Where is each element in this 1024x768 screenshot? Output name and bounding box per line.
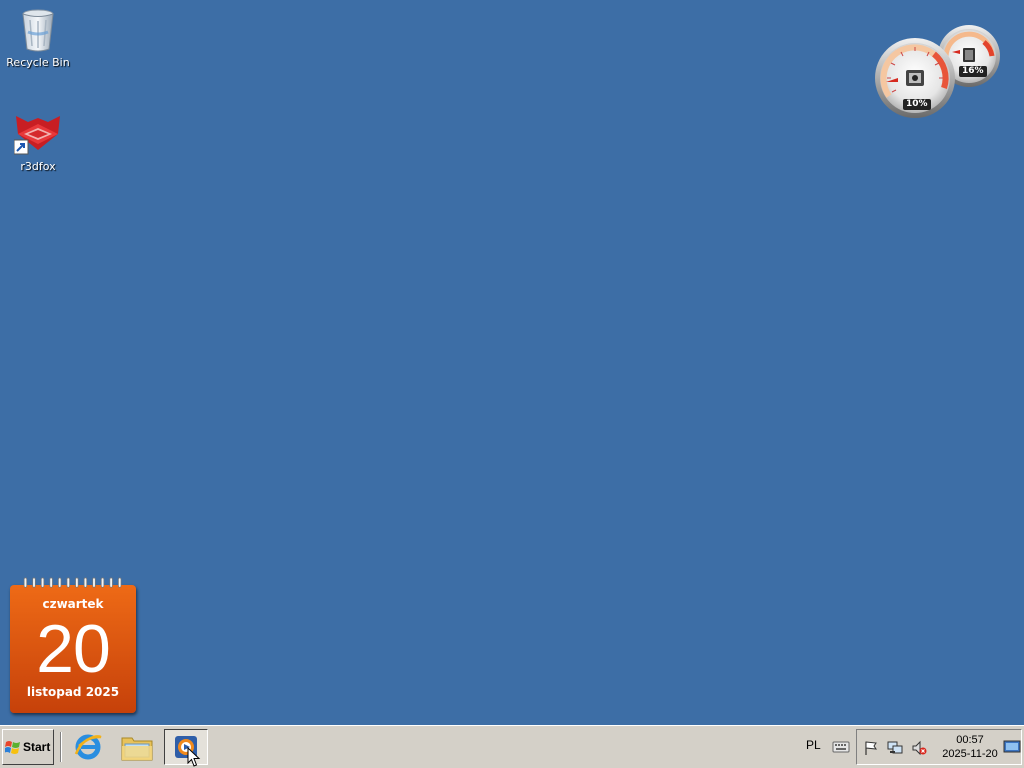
keyboard-icon[interactable] [832, 738, 850, 754]
show-desktop-icon[interactable] [1003, 739, 1021, 755]
desktop-icon-label: Recycle Bin [6, 56, 70, 69]
calendar-page: czwartek 20 listopad 2025 [10, 585, 136, 713]
calendar-rings-icon [23, 577, 122, 588]
clock-time: 00:57 [956, 734, 984, 746]
recycle-bin-icon [14, 6, 62, 54]
notification-area: 00:57 2025-11-20 [856, 729, 1022, 765]
quick-launch-internet-explorer[interactable] [66, 729, 110, 765]
desktop-icon-label: r3dfox [20, 160, 56, 173]
cpu-usage-label: 10% [903, 99, 931, 110]
windows-flag-icon [5, 741, 20, 754]
memory-usage-label: 16% [959, 66, 987, 77]
desktop-icon-r3dfox[interactable]: r3dfox [0, 110, 76, 173]
start-label: Start [23, 740, 51, 754]
media-player-icon [175, 736, 197, 758]
language-indicator[interactable]: PL [806, 738, 821, 752]
taskbar-separator [60, 732, 62, 762]
action-center-flag-icon[interactable] [863, 740, 879, 756]
quick-launch-media-player[interactable] [164, 729, 208, 765]
cpu-meter-gadget[interactable]: 10% 16% [872, 24, 1002, 120]
taskbar: Start PL 00:57 2025-11-20 [0, 725, 1024, 768]
desktop: Recycle Bin r3dfox 10% 16% czwartek 20 l… [0, 0, 1024, 725]
windows-explorer-icon [121, 737, 153, 761]
calendar-gadget[interactable]: czwartek 20 listopad 2025 [10, 577, 136, 715]
calendar-month-year: listopad 2025 [26, 685, 120, 699]
volume-muted-icon[interactable] [911, 740, 927, 756]
r3dfox-icon [13, 110, 62, 158]
desktop-icon-recycle-bin[interactable]: Recycle Bin [0, 6, 76, 69]
network-icon[interactable] [887, 740, 903, 756]
calendar-weekday: czwartek [42, 597, 104, 611]
clock-date: 2025-11-20 [942, 748, 998, 760]
clock[interactable]: 00:57 2025-11-20 [937, 733, 1003, 761]
quick-launch-windows-explorer[interactable] [115, 729, 159, 765]
start-button[interactable]: Start [2, 729, 54, 765]
calendar-day-number: 20 [36, 611, 111, 687]
internet-explorer-icon [74, 734, 102, 760]
